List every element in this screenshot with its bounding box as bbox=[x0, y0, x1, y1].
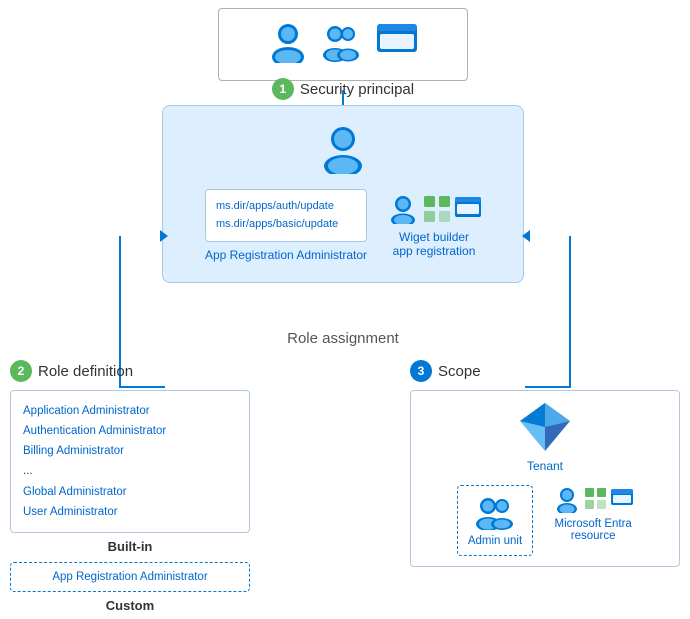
left-arrow-head bbox=[160, 230, 168, 242]
role-assignment-inner: ms.dir/apps/auth/update ms.dir/apps/basi… bbox=[179, 189, 507, 262]
scope-section: 3 Scope Tenant bbox=[410, 360, 680, 575]
built-in-label: Built-in bbox=[10, 539, 250, 554]
role-dots: ... bbox=[23, 461, 237, 481]
app-icon bbox=[377, 24, 417, 65]
scope-title: 3 Scope bbox=[410, 360, 680, 382]
role-billing-admin: Billing Administrator bbox=[23, 441, 237, 461]
group-icon bbox=[319, 21, 365, 68]
admin-unit-icon bbox=[475, 494, 515, 530]
tenant-icon bbox=[518, 401, 572, 453]
permissions-box: ms.dir/apps/auth/update ms.dir/apps/basi… bbox=[205, 189, 367, 242]
tenant-label: Tenant bbox=[527, 459, 563, 473]
entra-resource-item: Microsoft Entraresource bbox=[553, 485, 633, 556]
role-assignment-section-label: Role assignment bbox=[162, 330, 524, 347]
role-global-admin: Global Administrator bbox=[23, 482, 237, 502]
admin-unit-label: Admin unit bbox=[468, 535, 522, 547]
person-icon bbox=[269, 21, 307, 68]
widget-builder-section: Wiget builderapp registration bbox=[387, 194, 481, 258]
widget-grid-icon bbox=[423, 195, 451, 223]
widget-person-icon bbox=[387, 194, 419, 224]
badge-1: 1 bbox=[272, 78, 294, 100]
role-definition-section: 2 Role definition Application Administra… bbox=[10, 360, 250, 613]
security-principal-box bbox=[218, 8, 468, 81]
role-user-admin: User Administrator bbox=[23, 502, 237, 522]
widget-builder-label: Wiget builderapp registration bbox=[393, 230, 476, 258]
custom-role-box: App Registration Administrator bbox=[10, 562, 250, 592]
built-in-roles-box: Application Administrator Authentication… bbox=[10, 390, 250, 533]
scope-row: Admin unit bbox=[457, 485, 633, 556]
role-definition-title-text: Role definition bbox=[38, 363, 133, 380]
security-principal-text: Security principal bbox=[300, 81, 414, 98]
permission-1: ms.dir/apps/auth/update bbox=[216, 198, 356, 216]
role-assignment-box: ms.dir/apps/auth/update ms.dir/apps/basi… bbox=[162, 105, 524, 283]
right-arrow-head bbox=[522, 230, 530, 242]
entra-grid-icon bbox=[584, 487, 608, 511]
widget-icons bbox=[387, 194, 481, 224]
app-reg-admin-label: App Registration Administrator bbox=[205, 248, 367, 262]
entra-person-icon bbox=[553, 485, 581, 513]
custom-role-text: App Registration Administrator bbox=[52, 571, 207, 583]
permission-2: ms.dir/apps/basic/update bbox=[216, 216, 356, 234]
scope-inner-box: Tenant Admin unit bbox=[410, 390, 680, 567]
role-definition-title: 2 Role definition bbox=[10, 360, 250, 382]
tenant-item: Tenant bbox=[518, 401, 572, 473]
badge-3: 3 bbox=[410, 360, 432, 382]
role-app-admin: Application Administrator bbox=[23, 401, 237, 421]
widget-app-icon bbox=[455, 197, 481, 221]
admin-unit-item: Admin unit bbox=[457, 485, 533, 556]
permissions-section: ms.dir/apps/auth/update ms.dir/apps/basi… bbox=[205, 189, 367, 262]
scope-title-text: Scope bbox=[438, 363, 481, 380]
entra-resource-label: Microsoft Entraresource bbox=[555, 518, 632, 542]
entra-app-icon bbox=[611, 489, 633, 509]
role-auth-admin: Authentication Administrator bbox=[23, 421, 237, 441]
entra-icons bbox=[553, 485, 633, 513]
person-icon-large bbox=[320, 124, 366, 179]
custom-label: Custom bbox=[10, 598, 250, 613]
diagram-container: 1 Security principal ms.dir/apps/auth/up… bbox=[0, 0, 690, 619]
badge-2: 2 bbox=[10, 360, 32, 382]
